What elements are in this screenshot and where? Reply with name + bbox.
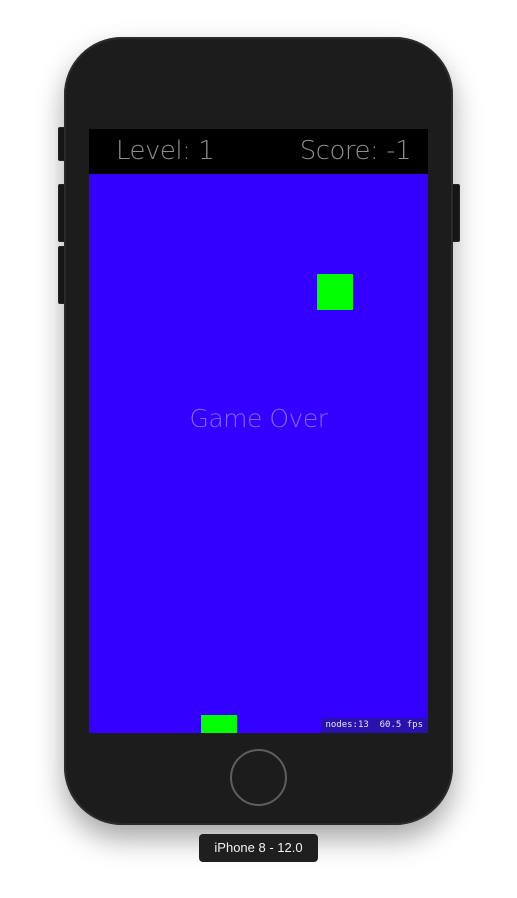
simulator-stage: Level: 1 Score: -1 Game Over nodes:13 60… [0, 0, 517, 898]
playfield[interactable]: Game Over nodes:13 60.5 fps [89, 174, 428, 733]
level-label: Level: 1 [116, 136, 215, 166]
hud-bar: Level: 1 Score: -1 [89, 129, 428, 174]
falling-block [317, 274, 353, 310]
debug-stats-label: nodes:13 60.5 fps [321, 718, 428, 733]
device-name-label: iPhone 8 - 12.0 [199, 834, 318, 862]
score-label: Score: -1 [299, 136, 412, 166]
game-screen[interactable]: Level: 1 Score: -1 Game Over nodes:13 60… [89, 129, 428, 733]
game-over-label: Game Over [189, 404, 328, 433]
player-paddle[interactable] [201, 715, 237, 733]
home-button[interactable] [230, 749, 287, 806]
